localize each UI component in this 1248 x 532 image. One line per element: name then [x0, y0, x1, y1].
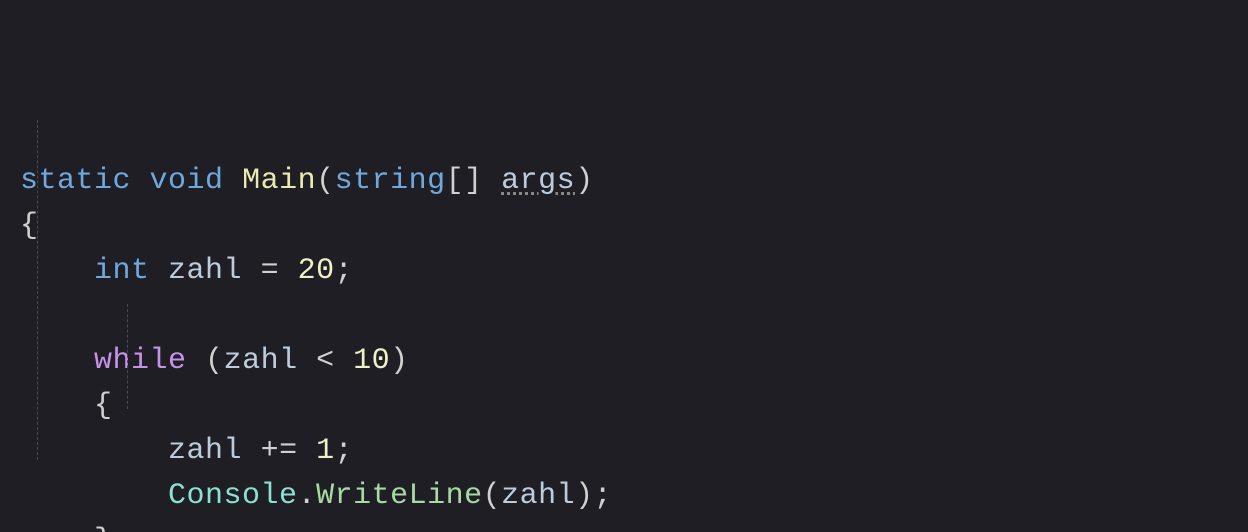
method-writeline: WriteLine [316, 479, 483, 513]
indent [20, 524, 94, 532]
keyword-string: string [335, 164, 446, 198]
paren-close: ) [575, 479, 594, 513]
semicolon: ; [335, 434, 354, 468]
code-line: while (zahl < 10) [20, 344, 409, 378]
brace-open: { [94, 389, 113, 423]
paren-open: ( [483, 479, 502, 513]
paren-open: ( [316, 164, 335, 198]
code-line: int zahl = 20; [20, 254, 353, 288]
op-pluseq: += [261, 434, 298, 468]
var-zahl: zahl [168, 254, 242, 288]
blank-line [20, 299, 39, 333]
semicolon: ; [594, 479, 613, 513]
indent [20, 434, 168, 468]
literal-1: 1 [316, 434, 335, 468]
code-line: { [20, 209, 39, 243]
code-line: zahl += 1; [20, 434, 353, 468]
code-line: } [20, 524, 113, 532]
code-line: { [20, 389, 113, 423]
semicolon: ; [335, 254, 354, 288]
brace-open: { [20, 209, 39, 243]
op-lt: < [316, 344, 335, 378]
var-zahl: zahl [168, 434, 242, 468]
var-zahl: zahl [224, 344, 298, 378]
brackets: [] [446, 164, 483, 198]
paren-open: ( [205, 344, 224, 378]
brace-close: } [94, 524, 113, 532]
keyword-int: int [94, 254, 150, 288]
indent [20, 344, 94, 378]
param-args: args [501, 164, 575, 198]
code-editor[interactable]: static void Main(string[] args) { int za… [0, 0, 1248, 532]
paren-close: ) [575, 164, 594, 198]
indent [20, 389, 94, 423]
indent [20, 254, 94, 288]
op-assign: = [261, 254, 280, 288]
indent-guide [37, 120, 38, 460]
indent [20, 479, 168, 513]
code-line: static void Main(string[] args) [20, 164, 594, 198]
keyword-while: while [94, 344, 187, 378]
keyword-void: void [150, 164, 224, 198]
dot: . [298, 479, 317, 513]
code-line [20, 299, 39, 333]
paren-close: ) [390, 344, 409, 378]
code-line: Console.WriteLine(zahl); [20, 479, 612, 513]
literal-20: 20 [298, 254, 335, 288]
class-console: Console [168, 479, 298, 513]
literal-10: 10 [353, 344, 390, 378]
indent-guide [127, 304, 128, 409]
var-zahl: zahl [501, 479, 575, 513]
method-main: Main [242, 164, 316, 198]
